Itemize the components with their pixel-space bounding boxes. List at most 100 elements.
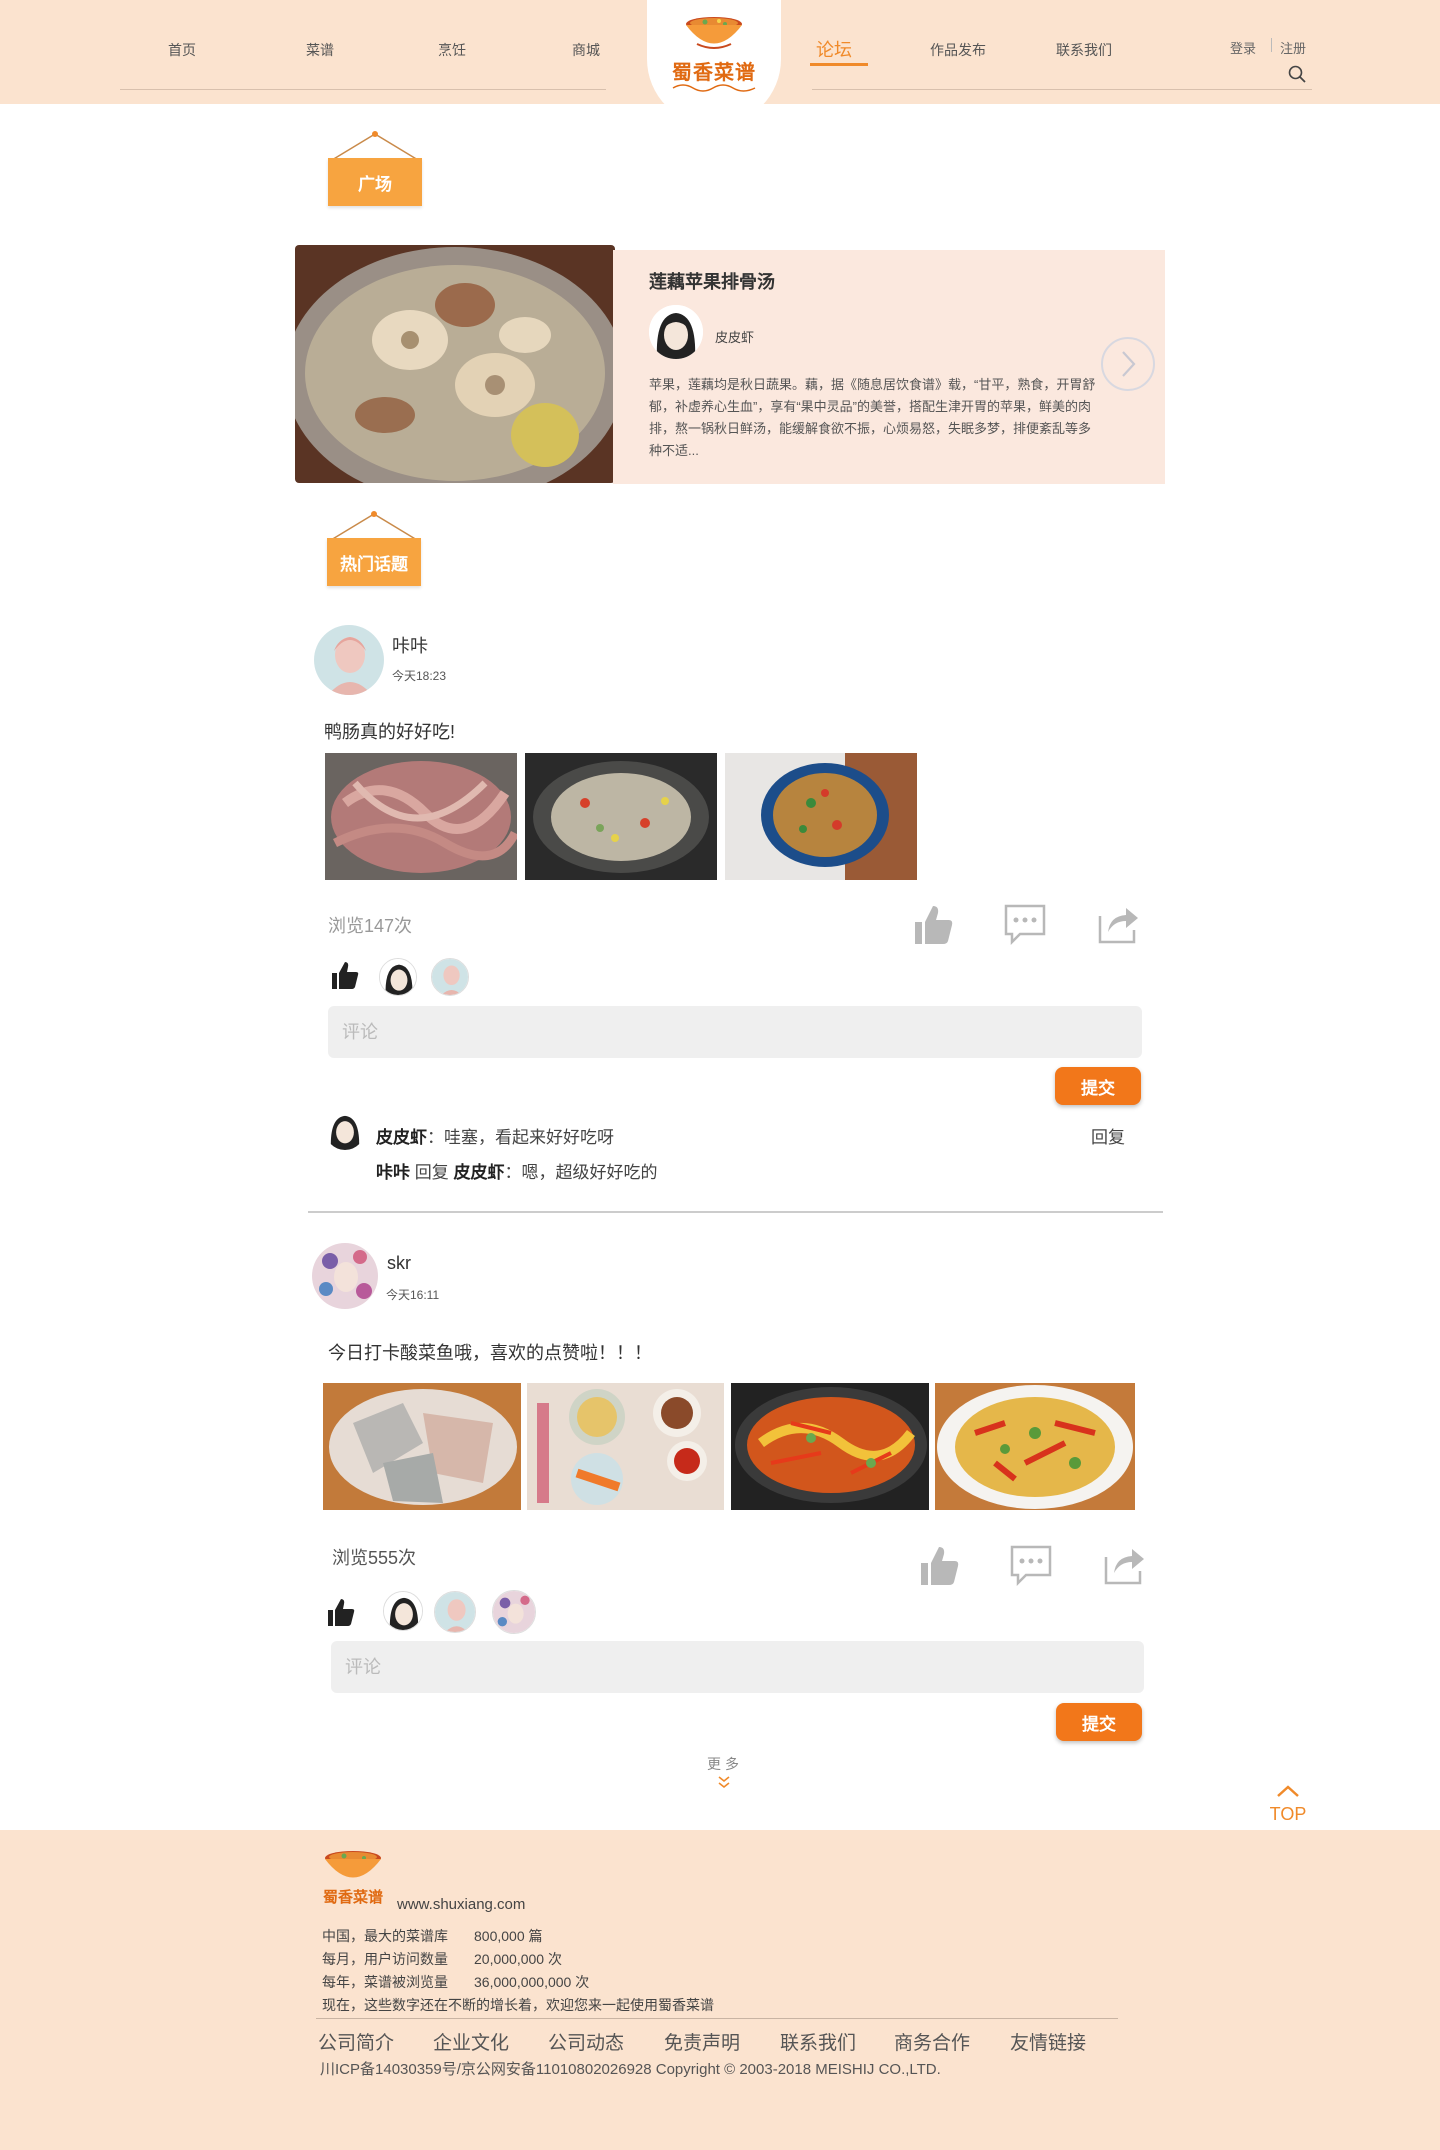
footer-link-disclaimer[interactable]: 免责声明 xyxy=(664,2028,740,2055)
post-divider xyxy=(308,1211,1163,1213)
soup-bowl-icon xyxy=(325,1851,381,1878)
back-to-top-button[interactable]: TOP xyxy=(1266,1784,1310,1828)
comment: 皮皮虾：哇塞，看起来好好吃呀 xyxy=(376,1123,614,1148)
chevron-up-icon xyxy=(1277,1785,1299,1797)
post-photo[interactable] xyxy=(731,1383,929,1510)
footer-link-contact[interactable]: 联系我们 xyxy=(780,2028,856,2055)
stat-value: 800,000 篇 xyxy=(474,1928,543,1944)
user-avatar[interactable] xyxy=(314,625,384,695)
stat-value: 36,000,000,000 次 xyxy=(474,1974,590,1990)
reply-text: 嗯，超级好好吃的 xyxy=(521,1163,658,1182)
featured-author[interactable]: 皮皮虾 xyxy=(715,327,754,346)
liker-avatar[interactable] xyxy=(492,1590,536,1634)
footer-logo[interactable]: 蜀香菜谱 xyxy=(318,1848,388,1914)
footer-divider xyxy=(316,2018,1118,2019)
submit-comment-button[interactable]: 提交 xyxy=(1055,1067,1141,1105)
auth-separator xyxy=(1271,38,1272,52)
soup-bowl-icon xyxy=(686,17,742,49)
search-icon[interactable] xyxy=(1287,64,1307,84)
submit-comment-button[interactable]: 提交 xyxy=(1056,1703,1142,1741)
view-count: 浏览147次 xyxy=(328,916,413,936)
footer-stat: 中国，最大的菜谱库 800,000 篇 xyxy=(322,1926,543,1946)
footer-link-about[interactable]: 公司简介 xyxy=(318,2028,394,2055)
reply-verb: 回复 xyxy=(414,1163,449,1182)
liker-avatar[interactable] xyxy=(434,1591,476,1633)
liker-avatar[interactable] xyxy=(383,1591,423,1631)
nav-cooking[interactable]: 烹饪 xyxy=(438,40,466,60)
comment-text: 哇塞，看起来好好吃呀 xyxy=(444,1128,614,1147)
post-photo[interactable] xyxy=(725,753,917,880)
nav-forum[interactable]: 论坛 xyxy=(816,36,852,62)
stat-value: 20,000,000 次 xyxy=(474,1951,562,1967)
liked-by-icon xyxy=(328,1599,355,1626)
site-logo[interactable]: 蜀香菜谱 xyxy=(647,0,781,126)
nav-recipes[interactable]: 菜谱 xyxy=(306,40,334,60)
section-tag-square: 广场 xyxy=(326,130,424,212)
register-link[interactable]: 注册 xyxy=(1280,38,1306,57)
footer-logo-text: 蜀香菜谱 xyxy=(322,1888,383,1906)
post-text: 今日打卡酸菜鱼哦，喜欢的点赞啦！！！ xyxy=(328,1343,652,1363)
footer-url[interactable]: www.shuxiang.com xyxy=(397,1896,525,1913)
reply-separator: ： xyxy=(504,1163,522,1182)
liked-by-icon xyxy=(332,962,359,989)
comment-input[interactable] xyxy=(328,1006,1142,1058)
footer-link-news[interactable]: 公司动态 xyxy=(548,2028,624,2055)
featured-title[interactable]: 莲藕苹果排骨汤 xyxy=(649,268,775,294)
reply-author[interactable]: 咔咔 xyxy=(376,1163,410,1182)
post-photo[interactable] xyxy=(525,753,717,880)
comment-separator: ： xyxy=(427,1128,444,1147)
section-title: 广场 xyxy=(328,158,422,206)
footer-stat: 每月，用户访问数量 20,000,000 次 xyxy=(322,1949,562,1969)
nav-mall[interactable]: 商城 xyxy=(572,40,600,60)
share-icon[interactable] xyxy=(1102,1543,1146,1587)
post-username[interactable]: skr xyxy=(387,1253,411,1274)
reply-target[interactable]: 皮皮虾 xyxy=(453,1163,504,1182)
comment-input[interactable] xyxy=(331,1641,1144,1693)
nav-contact[interactable]: 联系我们 xyxy=(1056,40,1112,60)
share-icon[interactable] xyxy=(1096,902,1140,946)
nav-divider-right xyxy=(812,89,1312,90)
commenter-avatar[interactable] xyxy=(325,1110,365,1150)
post-photo[interactable] xyxy=(935,1383,1135,1510)
footer-link-friends[interactable]: 友情链接 xyxy=(1010,2028,1086,2055)
stat-label: 中国，最大的菜谱库 xyxy=(322,1928,448,1944)
liker-avatar[interactable] xyxy=(379,958,417,996)
author-avatar[interactable] xyxy=(649,305,703,359)
user-avatar[interactable] xyxy=(312,1243,378,1309)
top-label: TOP xyxy=(1269,1804,1307,1824)
footer-link-culture[interactable]: 企业文化 xyxy=(433,2028,509,2055)
post-username[interactable]: 咔咔 xyxy=(392,632,428,658)
stat-label: 每月，用户访问数量 xyxy=(322,1951,448,1967)
load-more-link[interactable]: 更多 xyxy=(704,1754,746,1774)
post-text: 鸭肠真的好好吃! xyxy=(324,722,456,742)
view-count: 浏览555次 xyxy=(332,1548,417,1568)
footer-note: 现在，这些数字还在不断的增长着，欢迎您来一起使用蜀香菜谱 xyxy=(322,1997,714,2013)
featured-recipe-card[interactable]: 莲藕苹果排骨汤 皮皮虾 苹果，莲藕均是秋日蔬果。藕，据《随息居饮食谱》载，“甘平… xyxy=(613,250,1165,484)
reply-button[interactable]: 回复 xyxy=(1091,1123,1125,1148)
post-photo[interactable] xyxy=(323,1383,521,1510)
like-icon[interactable] xyxy=(917,1543,961,1587)
comment-icon[interactable] xyxy=(1003,902,1047,946)
section-title: 热门话题 xyxy=(327,538,421,586)
footer-link-business[interactable]: 商务合作 xyxy=(894,2028,970,2055)
comment-icon[interactable] xyxy=(1009,1543,1053,1587)
post-time: 今天18:23 xyxy=(392,669,447,683)
nav-publish[interactable]: 作品发布 xyxy=(930,40,986,60)
stat-label: 每年，菜谱被浏览量 xyxy=(322,1974,448,1990)
liker-avatar[interactable] xyxy=(431,958,469,996)
post-time: 今天16:11 xyxy=(386,1288,440,1302)
login-link[interactable]: 登录 xyxy=(1230,38,1256,57)
nav-home[interactable]: 首页 xyxy=(168,40,196,60)
featured-recipe-image[interactable] xyxy=(295,245,615,483)
footer-stat: 每年，菜谱被浏览量 36,000,000,000 次 xyxy=(322,1972,589,1992)
site-footer: 蜀香菜谱 www.shuxiang.com 中国，最大的菜谱库 800,000 … xyxy=(0,1830,1440,2150)
next-arrow-icon[interactable] xyxy=(1100,336,1156,392)
post-photo[interactable] xyxy=(325,753,517,880)
nav-active-underline xyxy=(810,63,868,66)
logo-text: 蜀香菜谱 xyxy=(672,60,756,84)
post-photo[interactable] xyxy=(527,1383,724,1510)
comment-author[interactable]: 皮皮虾 xyxy=(376,1128,427,1147)
double-chevron-down-icon[interactable] xyxy=(716,1774,732,1790)
like-icon[interactable] xyxy=(911,902,955,946)
footer-copyright: 川ICP备14030359号/京公网安备11010802026928 Copyr… xyxy=(320,2061,941,2078)
